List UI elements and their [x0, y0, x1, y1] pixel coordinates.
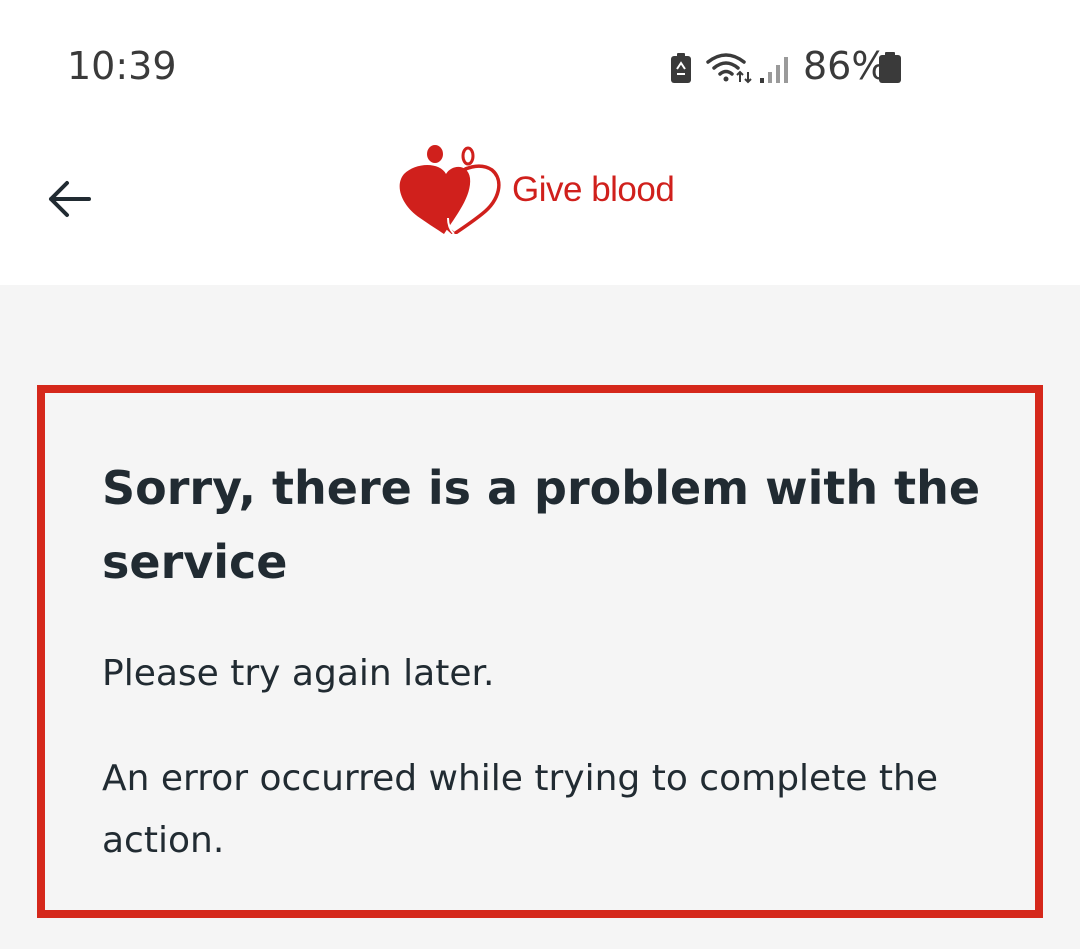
- error-message-detail: An error occurred while trying to comple…: [102, 758, 938, 861]
- battery-icon: [878, 52, 902, 88]
- wifi-icon: [706, 52, 754, 84]
- hearts-logo-icon: [399, 145, 501, 234]
- arrow-left-icon: [49, 181, 91, 217]
- logo-text: Give blood: [512, 170, 675, 209]
- battery-percent: 86%: [803, 44, 888, 88]
- signal-icon: [758, 52, 790, 84]
- error-message-retry: Please try again later.: [102, 653, 495, 694]
- battery-saver-icon: [669, 52, 693, 84]
- error-summary-box: Sorry, there is a problem with the servi…: [37, 385, 1043, 918]
- give-blood-logo: Give blood: [396, 144, 675, 234]
- status-time: 10:39: [67, 44, 177, 88]
- app-header: Give blood: [0, 130, 1080, 285]
- main-content: Sorry, there is a problem with the servi…: [0, 285, 1080, 949]
- back-button[interactable]: [38, 168, 100, 230]
- error-title: Sorry, there is a problem with the servi…: [102, 461, 981, 589]
- status-bar: 10:39 86%: [0, 0, 1080, 130]
